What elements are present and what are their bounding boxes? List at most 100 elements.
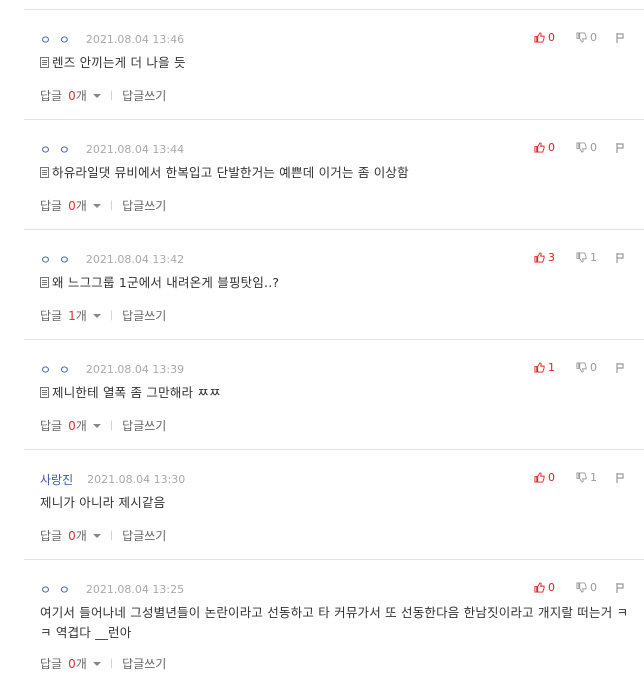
downvote-button[interactable]: 0 bbox=[576, 361, 597, 374]
reply-label[interactable]: 답글 bbox=[40, 417, 62, 434]
thumbs-down-icon bbox=[576, 582, 587, 593]
comment-date: 2021.08.04 13:46 bbox=[85, 32, 185, 46]
upvote-button[interactable]: 0 bbox=[534, 471, 555, 484]
reply-label[interactable]: 답글 bbox=[40, 655, 62, 672]
downvote-count: 0 bbox=[590, 141, 597, 154]
comment-text: 여기서 들어나네 그성별년들이 논란이라고 선동하고 타 커뮤가서 또 선동한다… bbox=[40, 605, 629, 640]
comment-author[interactable]: ㅇ ㅇ bbox=[40, 361, 72, 378]
comment-date: 2021.08.04 13:30 bbox=[87, 472, 186, 486]
comment-divider bbox=[24, 119, 644, 120]
downvote-count: 0 bbox=[590, 581, 597, 594]
upvote-button[interactable]: 1 bbox=[534, 361, 555, 374]
write-reply-button[interactable]: 답글쓰기 bbox=[122, 197, 166, 214]
divider: | bbox=[109, 310, 114, 321]
comment-text: 하유라일댓 뮤비에서 한복입고 단발한거는 예쁜데 이거는 좀 이상함 bbox=[52, 165, 409, 180]
report-flag-icon[interactable] bbox=[616, 33, 625, 43]
downvote-count: 1 bbox=[590, 251, 597, 264]
divider: | bbox=[109, 530, 114, 541]
thumbs-up-icon bbox=[534, 252, 545, 263]
comment-date: 2021.08.04 13:25 bbox=[85, 582, 185, 596]
comment-text: 렌즈 안끼는게 더 나을 듯 bbox=[52, 55, 186, 70]
divider: | bbox=[109, 200, 114, 211]
upvote-button[interactable]: 0 bbox=[534, 31, 555, 44]
comment-text: 제니한테 열폭 좀 그만해라 ㅉㅉ bbox=[52, 385, 221, 400]
write-reply-button[interactable]: 답글쓰기 bbox=[122, 527, 166, 544]
reply-count: 0 bbox=[68, 528, 76, 543]
downvote-button[interactable]: 1 bbox=[576, 471, 597, 484]
reply-unit: 개 bbox=[75, 657, 87, 671]
thumbs-down-icon bbox=[576, 472, 587, 483]
downvote-button[interactable]: 0 bbox=[576, 581, 597, 594]
reply-label[interactable]: 답글 bbox=[40, 197, 62, 214]
reply-label[interactable]: 답글 bbox=[40, 527, 62, 544]
comment-author[interactable]: ㅇ ㅇ bbox=[40, 581, 72, 598]
divider: | bbox=[109, 658, 114, 669]
caret-down-icon[interactable] bbox=[92, 533, 101, 538]
caret-down-icon[interactable] bbox=[92, 423, 101, 428]
comment-text: 왜 느그그룹 1군에서 내려온게 블핑탓임..? bbox=[52, 275, 280, 290]
comment-date: 2021.08.04 13:44 bbox=[85, 142, 185, 156]
thumbs-up-icon bbox=[534, 142, 545, 153]
write-reply-button[interactable]: 답글쓰기 bbox=[122, 417, 166, 434]
reply-count: 1 bbox=[68, 308, 76, 323]
downvote-button[interactable]: 1 bbox=[576, 251, 597, 264]
downvote-count: 1 bbox=[590, 471, 597, 484]
caret-down-icon[interactable] bbox=[92, 661, 101, 666]
upvote-count: 0 bbox=[548, 581, 555, 594]
reply-unit: 개 bbox=[75, 199, 87, 213]
caret-down-icon[interactable] bbox=[92, 93, 101, 98]
upvote-button[interactable]: 0 bbox=[534, 581, 555, 594]
downvote-count: 0 bbox=[590, 361, 597, 374]
caret-down-icon[interactable] bbox=[92, 203, 101, 208]
comment-author[interactable]: 사랑진 bbox=[40, 471, 73, 488]
downvote-button[interactable]: 0 bbox=[576, 141, 597, 154]
reply-label[interactable]: 답글 bbox=[40, 87, 62, 104]
write-reply-button[interactable]: 답글쓰기 bbox=[122, 87, 166, 104]
upvote-count: 3 bbox=[548, 251, 555, 264]
thumbs-down-icon bbox=[576, 142, 587, 153]
reply-unit: 개 bbox=[75, 309, 87, 323]
memo-icon bbox=[40, 167, 49, 178]
reply-count: 0 bbox=[68, 198, 76, 213]
comment-author[interactable]: ㅇ ㅇ bbox=[40, 141, 72, 158]
reply-unit: 개 bbox=[75, 89, 87, 103]
comment-date: 2021.08.04 13:39 bbox=[85, 362, 185, 376]
caret-down-icon[interactable] bbox=[92, 313, 101, 318]
thumbs-up-icon bbox=[534, 472, 545, 483]
comment-date: 2021.08.04 13:42 bbox=[85, 252, 185, 266]
divider: | bbox=[109, 420, 114, 431]
reply-label[interactable]: 답글 bbox=[40, 307, 62, 324]
thumbs-down-icon bbox=[576, 252, 587, 263]
comment-divider bbox=[24, 229, 644, 230]
upvote-count: 0 bbox=[548, 31, 555, 44]
thumbs-up-icon bbox=[534, 582, 545, 593]
comment-divider bbox=[24, 449, 644, 450]
report-flag-icon[interactable] bbox=[616, 473, 625, 483]
report-flag-icon[interactable] bbox=[616, 143, 625, 153]
upvote-count: 1 bbox=[548, 361, 555, 374]
downvote-count: 0 bbox=[590, 31, 597, 44]
report-flag-icon[interactable] bbox=[616, 363, 625, 373]
upvote-count: 0 bbox=[548, 141, 555, 154]
write-reply-button[interactable]: 답글쓰기 bbox=[122, 655, 166, 672]
upvote-count: 0 bbox=[548, 471, 555, 484]
reply-unit: 개 bbox=[75, 529, 87, 543]
report-flag-icon[interactable] bbox=[616, 253, 625, 263]
thumbs-up-icon bbox=[534, 362, 545, 373]
write-reply-button[interactable]: 답글쓰기 bbox=[122, 307, 166, 324]
upvote-button[interactable]: 0 bbox=[534, 141, 555, 154]
upvote-button[interactable]: 3 bbox=[534, 251, 555, 264]
report-flag-icon[interactable] bbox=[616, 583, 625, 593]
divider: | bbox=[109, 90, 114, 101]
reply-unit: 개 bbox=[75, 419, 87, 433]
thumbs-down-icon bbox=[576, 32, 587, 43]
comment-author[interactable]: ㅇ ㅇ bbox=[40, 31, 72, 48]
comment-divider bbox=[24, 559, 644, 560]
comment-author[interactable]: ㅇ ㅇ bbox=[40, 251, 72, 268]
reply-count: 0 bbox=[68, 88, 76, 103]
reply-count: 0 bbox=[68, 418, 76, 433]
memo-icon bbox=[40, 57, 49, 68]
memo-icon bbox=[40, 277, 49, 288]
comment-text: 제니가 아니라 제시같음 bbox=[40, 495, 166, 510]
downvote-button[interactable]: 0 bbox=[576, 31, 597, 44]
